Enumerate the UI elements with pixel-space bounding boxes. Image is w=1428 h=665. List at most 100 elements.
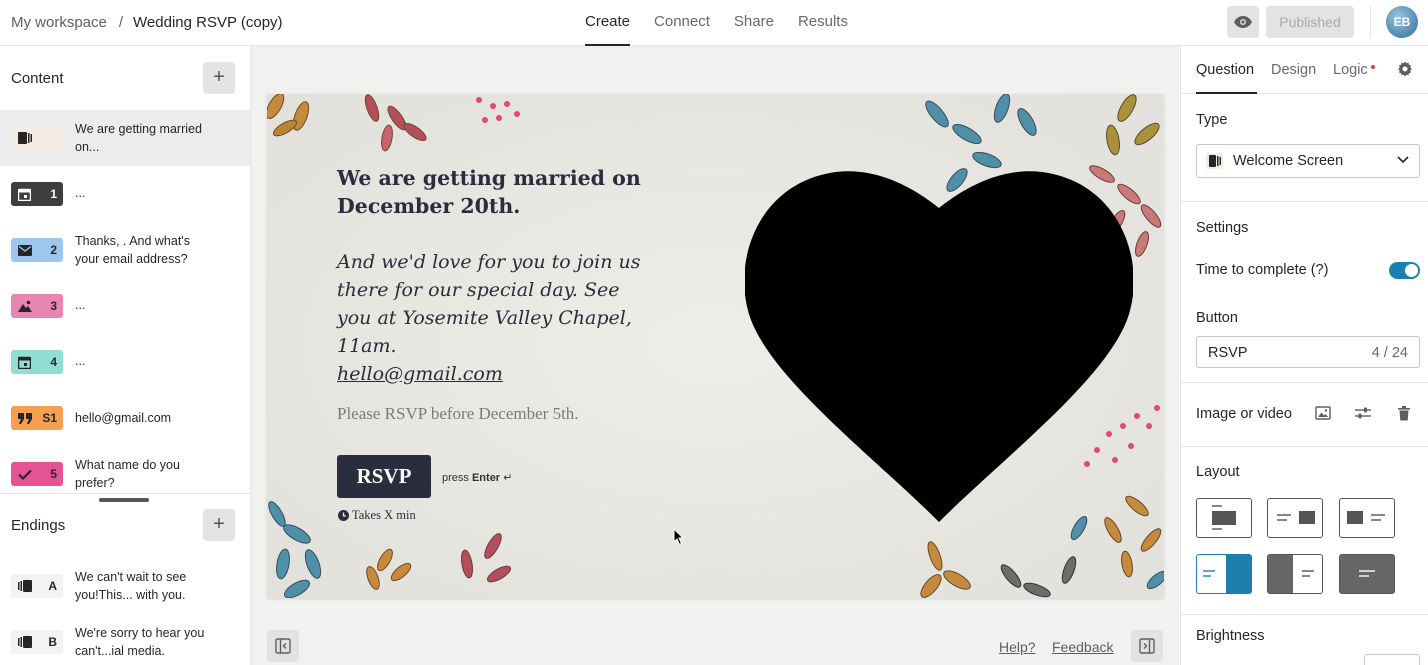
question-badge: 3 bbox=[11, 294, 63, 318]
layout-wallpaper-left-icon bbox=[1268, 555, 1314, 593]
list-item-s1[interactable]: S1 hello@gmail.com bbox=[0, 390, 250, 446]
user-avatar[interactable]: EB bbox=[1386, 6, 1418, 38]
active-tab-indicator bbox=[1196, 92, 1257, 94]
layout-option-3[interactable] bbox=[1339, 498, 1395, 538]
list-item-3[interactable]: 3 ... bbox=[0, 278, 250, 334]
question-badge: S1 bbox=[11, 406, 63, 430]
question-type-select[interactable]: Welcome Screen bbox=[1196, 144, 1420, 178]
image-icon[interactable] bbox=[1315, 406, 1331, 420]
properties-panel: Question Design Logic Type Welcome Scree… bbox=[1180, 46, 1428, 665]
button-text-value: RSVP bbox=[1208, 345, 1248, 361]
resize-handle[interactable] bbox=[99, 498, 149, 502]
layout-option-1[interactable] bbox=[1196, 498, 1252, 538]
button-text-input[interactable]: RSVP 4 / 24 bbox=[1196, 336, 1420, 368]
statement-quote-icon bbox=[18, 412, 32, 424]
eye-icon bbox=[1234, 16, 1252, 28]
top-bar: My workspace / Wedding RSVP (copy) Create … bbox=[0, 0, 1428, 46]
list-item-text: We are getting married on... bbox=[75, 122, 202, 154]
heart-image[interactable] bbox=[745, 170, 1133, 522]
sliders-icon[interactable] bbox=[1355, 406, 1371, 420]
layout-option-2[interactable] bbox=[1267, 498, 1323, 538]
toggle-knob bbox=[1405, 264, 1418, 277]
image-video-label: Image or video bbox=[1196, 406, 1292, 422]
ending-badge: A bbox=[11, 574, 63, 598]
layout-wallpaper-right-icon bbox=[1203, 555, 1251, 593]
list-item-1[interactable]: 1 ... bbox=[0, 166, 250, 222]
list-item-4[interactable]: 4 ... bbox=[0, 334, 250, 390]
published-button[interactable]: Published bbox=[1266, 6, 1354, 38]
list-item-text: We're sorry to hear you can't...ial medi… bbox=[75, 626, 205, 658]
calendar-icon bbox=[18, 188, 31, 201]
tab-connect[interactable]: Connect bbox=[654, 0, 710, 46]
ending-item-a[interactable]: A We can't wait to see you!This... with … bbox=[0, 558, 250, 614]
add-question-button[interactable]: + bbox=[203, 62, 235, 94]
content-sidebar: Content + We are getting married on... 1… bbox=[0, 46, 251, 665]
checkmark-icon bbox=[18, 469, 32, 480]
time-to-complete-toggle[interactable] bbox=[1389, 262, 1420, 279]
list-item-text: ... bbox=[75, 298, 86, 312]
list-item-text: hello@gmail.com bbox=[75, 411, 172, 425]
collapse-left-panel-button[interactable] bbox=[267, 630, 299, 662]
list-item-text: We can't wait to see you!This... with yo… bbox=[75, 570, 187, 602]
welcome-body: And we'd love for you to join us there f… bbox=[337, 248, 657, 388]
trash-icon[interactable] bbox=[1397, 406, 1411, 421]
email-icon bbox=[18, 244, 32, 256]
layout-option-5[interactable] bbox=[1267, 554, 1323, 594]
list-item-text: ... bbox=[75, 186, 86, 200]
list-item-text: What name do you prefer? bbox=[75, 458, 180, 490]
main-nav-tabs: Create Connect Share Results bbox=[585, 0, 848, 46]
welcome-screen-preview[interactable]: We are getting married on December 20th.… bbox=[267, 94, 1164, 598]
time-to-complete-label: Takes X min bbox=[338, 508, 416, 523]
brightness-label: Brightness bbox=[1196, 628, 1265, 644]
layout-split-right-icon bbox=[1277, 511, 1315, 524]
endings-section-title: Endings bbox=[11, 517, 66, 534]
feedback-link[interactable]: Feedback bbox=[1052, 639, 1113, 655]
sidebar-collapse-icon bbox=[1139, 638, 1155, 654]
settings-label: Settings bbox=[1196, 220, 1249, 236]
welcome-email-link[interactable]: hello@gmail.com bbox=[337, 360, 657, 388]
time-to-complete-setting-label: Time to complete (?) bbox=[1196, 262, 1329, 278]
clock-icon bbox=[338, 510, 349, 521]
header-divider bbox=[1370, 6, 1371, 38]
panel-tabs: Question Design Logic bbox=[1181, 46, 1428, 94]
layout-fullscreen-icon bbox=[1359, 570, 1375, 577]
enter-key-icon: ↵ bbox=[503, 472, 513, 484]
breadcrumb-form-title[interactable]: Wedding RSVP (copy) bbox=[133, 14, 283, 31]
list-item-text: Thanks, . And what's your email address? bbox=[75, 234, 190, 266]
press-enter-hint: press Enter ↵ bbox=[442, 472, 513, 484]
sidebar-collapse-icon bbox=[275, 638, 291, 654]
tab-share[interactable]: Share bbox=[734, 0, 774, 46]
welcome-screen-icon bbox=[1206, 153, 1223, 169]
add-ending-button[interactable]: + bbox=[203, 509, 235, 541]
breadcrumb-workspace-link[interactable]: My workspace bbox=[11, 14, 107, 31]
endings-divider bbox=[0, 493, 250, 494]
mouse-cursor-icon bbox=[673, 528, 685, 546]
collapse-right-panel-button[interactable] bbox=[1131, 630, 1163, 662]
brightness-input[interactable] bbox=[1364, 654, 1420, 665]
layout-option-6[interactable] bbox=[1339, 554, 1395, 594]
logic-notification-dot bbox=[1371, 65, 1375, 69]
gear-icon[interactable] bbox=[1397, 61, 1413, 77]
button-text-counter: 4 / 24 bbox=[1371, 345, 1408, 361]
rsvp-button[interactable]: RSVP bbox=[337, 455, 431, 498]
help-link[interactable]: Help? bbox=[999, 639, 1036, 655]
calendar-icon bbox=[18, 356, 31, 369]
layout-label: Layout bbox=[1196, 464, 1240, 480]
tab-design[interactable]: Design bbox=[1271, 62, 1316, 78]
panel-divider bbox=[1181, 382, 1428, 383]
breadcrumb-separator: / bbox=[118, 14, 124, 31]
layout-option-4[interactable] bbox=[1196, 554, 1252, 594]
tab-results[interactable]: Results bbox=[798, 0, 848, 46]
question-type-value: Welcome Screen bbox=[1233, 153, 1344, 169]
panel-divider bbox=[1181, 446, 1428, 447]
panel-divider bbox=[1181, 201, 1428, 202]
tab-create[interactable]: Create bbox=[585, 0, 631, 46]
list-item-text: ... bbox=[75, 354, 86, 368]
list-item-2[interactable]: 2 Thanks, . And what's your email addres… bbox=[0, 222, 250, 278]
tab-logic[interactable]: Logic bbox=[1333, 62, 1368, 78]
preview-button[interactable] bbox=[1227, 6, 1259, 38]
ending-item-b[interactable]: B We're sorry to hear you can't...ial me… bbox=[0, 614, 250, 665]
rsvp-deadline-note: Please RSVP before December 5th. bbox=[337, 404, 579, 423]
list-item-welcome[interactable]: We are getting married on... bbox=[0, 110, 250, 166]
tab-question[interactable]: Question bbox=[1196, 62, 1254, 78]
